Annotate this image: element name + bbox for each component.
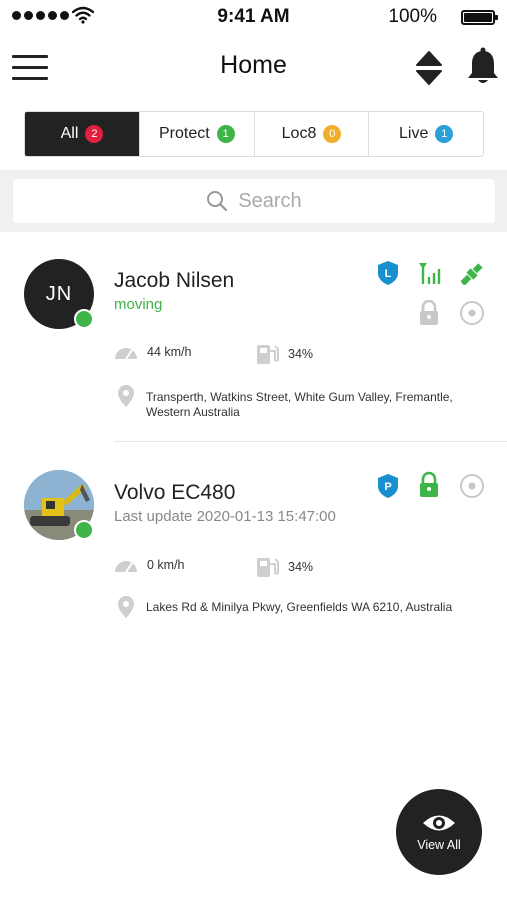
fuel-icon <box>257 345 279 364</box>
battery-percent: 100% <box>388 6 437 27</box>
bell-icon[interactable] <box>465 46 501 86</box>
online-status-dot <box>74 520 94 540</box>
speed-value: 0 km/h <box>147 558 185 572</box>
asset-name: Jacob Nilsen <box>114 269 235 292</box>
asset-status: Last update 2020-01-13 15:47:00 <box>114 508 336 525</box>
asset-address: Transperth, Watkins Street, White Gum Va… <box>146 390 476 420</box>
satellite-icon[interactable] <box>458 260 486 288</box>
battery-icon <box>461 10 498 25</box>
target-icon[interactable] <box>459 300 485 326</box>
fuel-icon <box>257 558 279 577</box>
shield-p-icon[interactable]: P <box>377 473 399 499</box>
fuel-metric: 34% <box>255 556 313 578</box>
address-line: Lakes Rd & Minilya Pkwy, Greenfields WA … <box>146 600 453 614</box>
tab-loc8[interactable]: Loc8 0 <box>253 112 369 156</box>
svg-text:P: P <box>384 481 391 493</box>
lock-icon[interactable] <box>418 471 440 499</box>
tab-label: Loc8 <box>281 125 317 142</box>
asset-address: Lakes Rd & Minilya Pkwy, Greenfields WA … <box>146 600 476 615</box>
asset-card[interactable]: JN Jacob Nilsen moving L 44 km/h 34% Tra… <box>0 232 507 444</box>
fuel-metric: 34% <box>255 343 313 365</box>
search-icon <box>207 191 228 212</box>
speed-metric: 44 km/h <box>114 344 191 360</box>
divider <box>114 441 507 442</box>
eye-icon <box>423 815 455 831</box>
tab-all[interactable]: All 2 <box>25 112 139 156</box>
shield-l-icon[interactable]: L <box>377 260 399 286</box>
location-pin-icon <box>118 385 134 407</box>
fuel-value: 34% <box>288 347 314 361</box>
fuel-value: 34% <box>288 560 314 574</box>
tab-protect[interactable]: Protect 1 <box>139 112 254 156</box>
asset-card[interactable]: Volvo EC480 Last update 2020-01-13 15:47… <box>0 444 507 634</box>
status-bar: 9:41 AM 100% <box>0 0 507 34</box>
tab-count-badge: 1 <box>435 125 454 143</box>
search-input[interactable]: Search <box>13 179 495 223</box>
lock-icon[interactable] <box>418 300 440 326</box>
view-all-button[interactable]: View All <box>396 789 482 875</box>
svg-text:L: L <box>385 268 392 280</box>
nav-bar: Home <box>0 40 507 96</box>
asset-status: moving <box>114 296 163 313</box>
tab-label: Live <box>399 125 429 142</box>
tab-label: All <box>60 125 79 142</box>
tab-count-badge: 2 <box>85 125 104 143</box>
asset-name: Volvo EC480 <box>114 481 236 504</box>
signal-icon[interactable] <box>417 261 443 285</box>
target-icon[interactable] <box>459 473 485 499</box>
view-all-label: View All <box>417 838 461 852</box>
filter-tabs: All 2 Protect 1 Loc8 0 Live 1 <box>24 111 484 157</box>
address-line: Transperth, Watkins Street, White Gum Va… <box>146 390 453 404</box>
tab-count-badge: 1 <box>216 125 235 143</box>
speed-metric: 0 km/h <box>114 557 185 573</box>
speed-value: 44 km/h <box>147 345 192 359</box>
online-status-dot <box>74 309 94 329</box>
tab-count-badge: 0 <box>323 125 342 143</box>
search-bar: Search <box>0 170 507 232</box>
location-pin-icon <box>118 596 134 618</box>
speedometer-icon <box>115 348 137 360</box>
address-line: Western Australia <box>146 405 240 419</box>
tab-live[interactable]: Live 1 <box>368 112 483 156</box>
search-placeholder: Search <box>238 189 302 212</box>
speedometer-icon <box>115 561 137 573</box>
sort-icon[interactable] <box>414 48 444 88</box>
tab-label: Protect <box>158 125 210 142</box>
